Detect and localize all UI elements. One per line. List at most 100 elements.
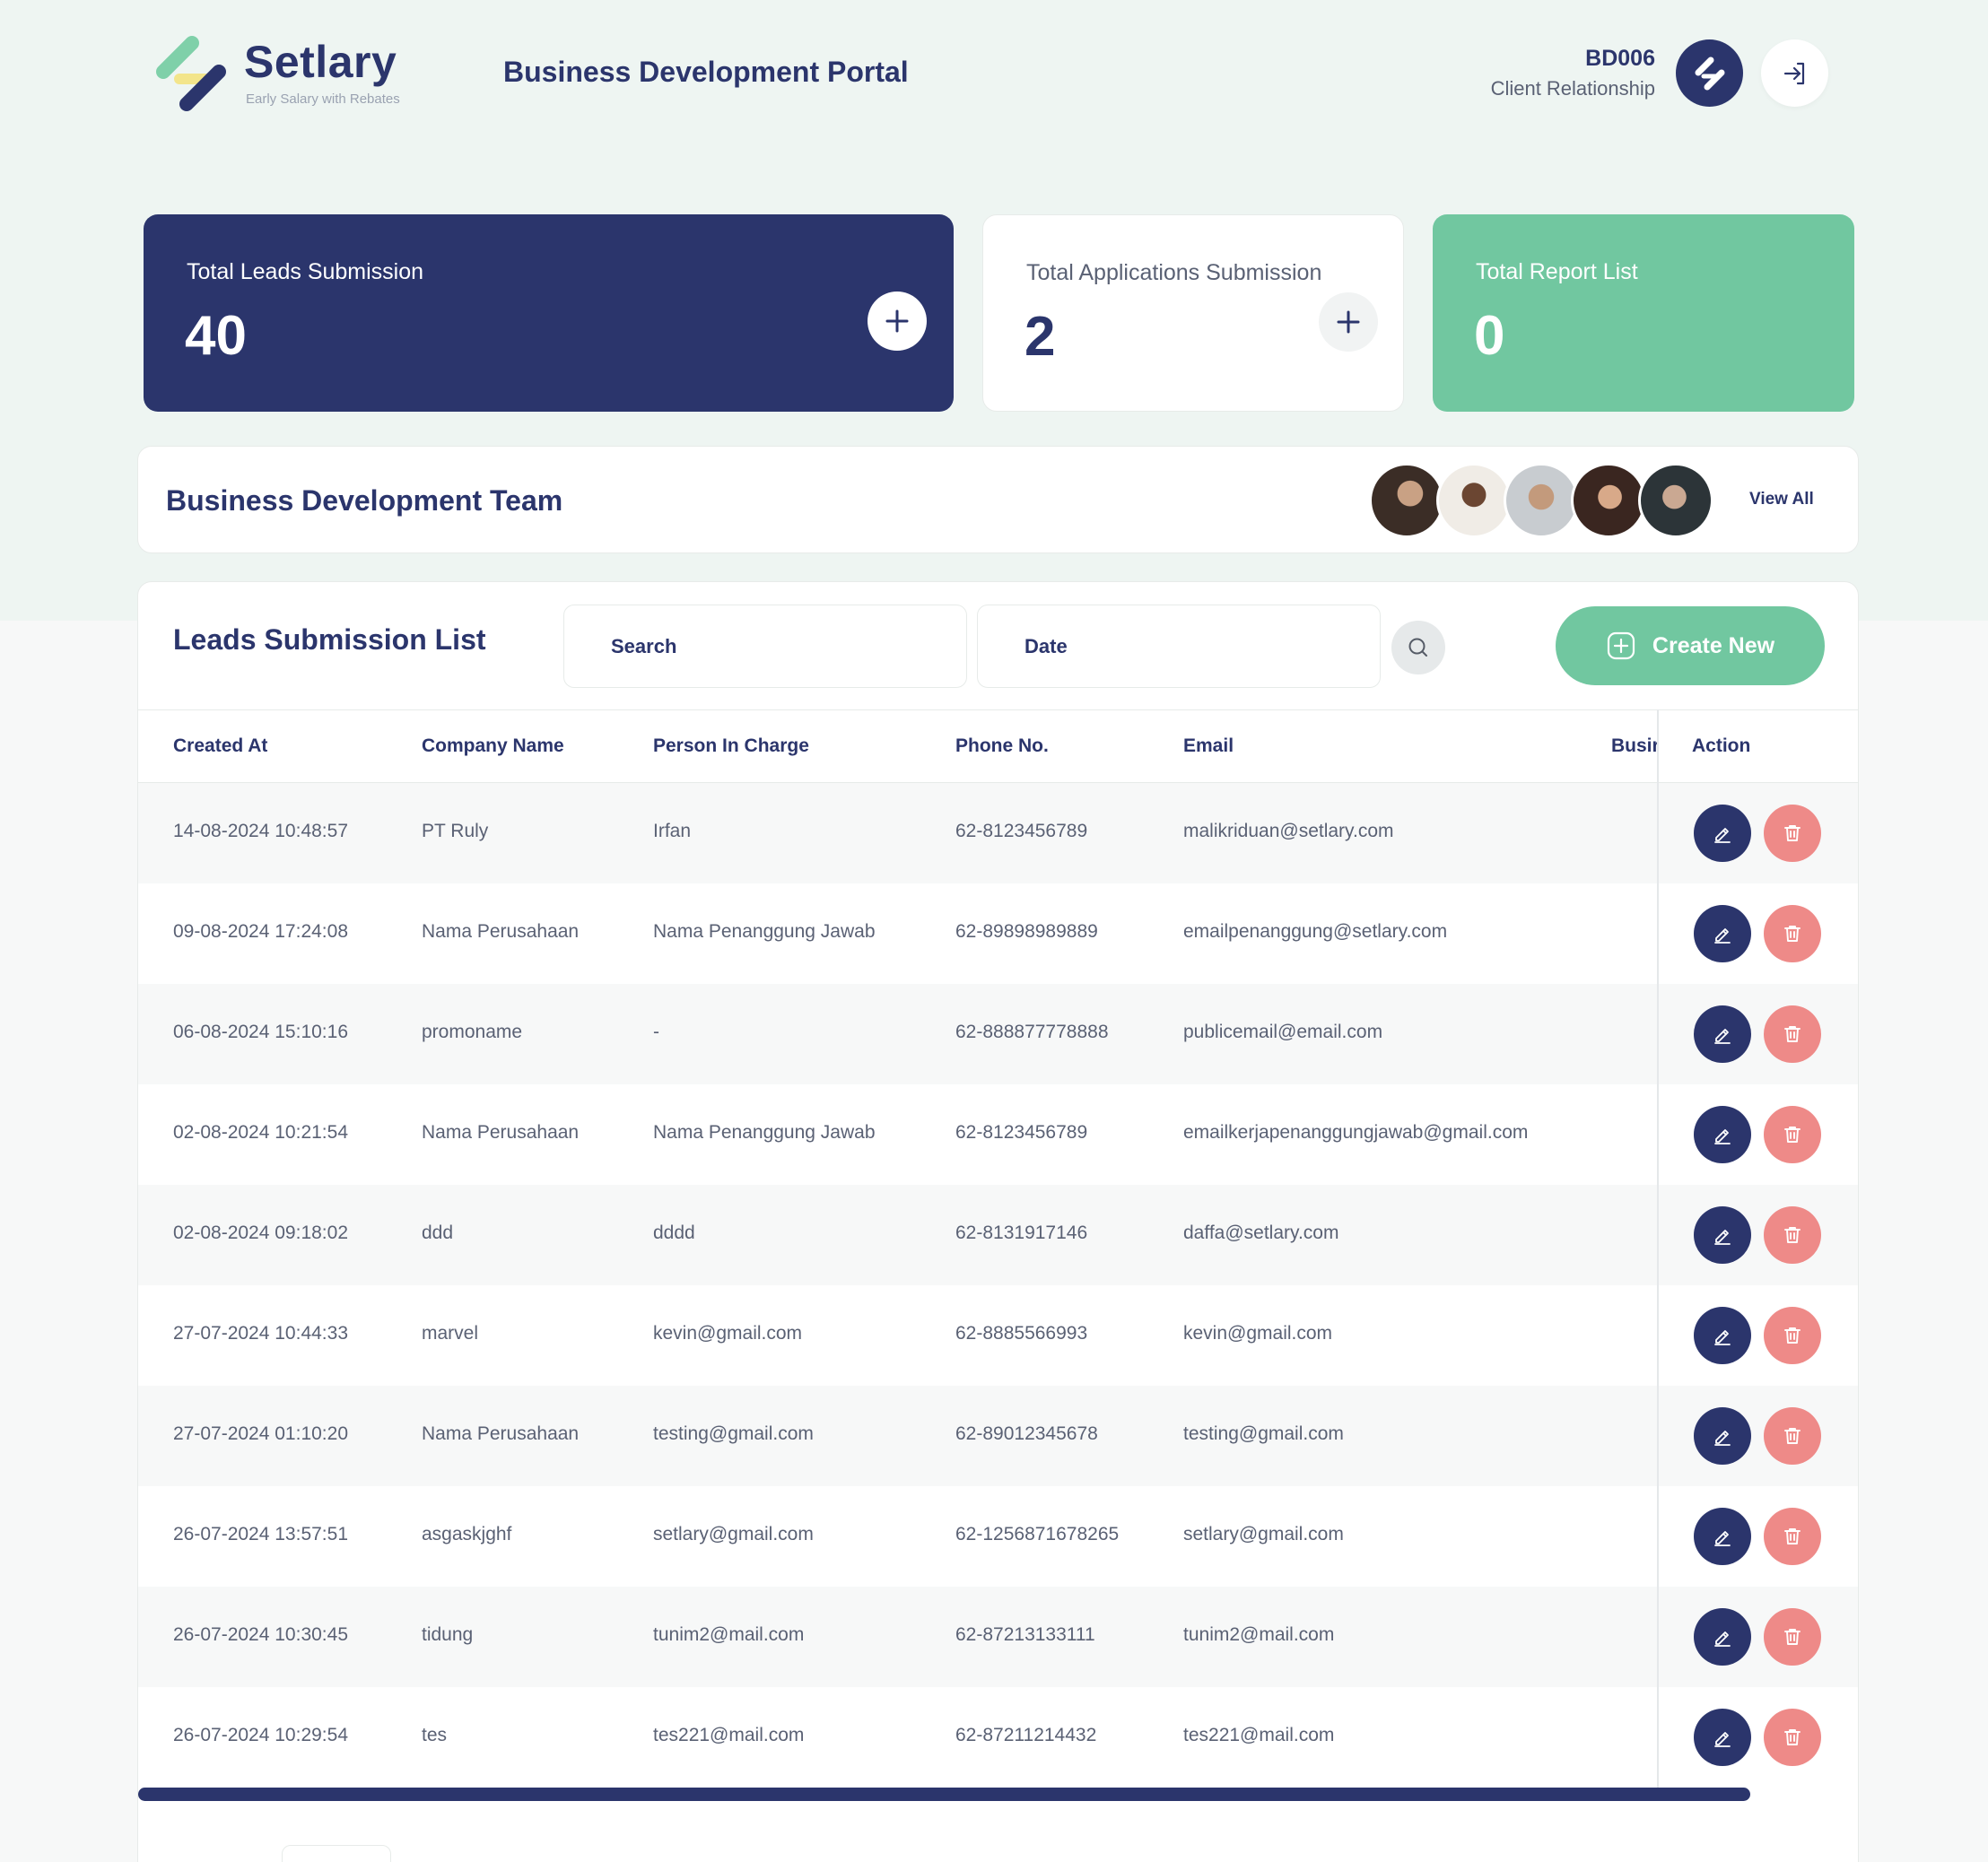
column-header-action: Action (1692, 735, 1751, 756)
column-header-company-name[interactable]: Company Name (422, 735, 564, 757)
cell-email: testing@gmail.com (1183, 1423, 1344, 1444)
edit-button[interactable] (1694, 805, 1751, 862)
column-header-email[interactable]: Email (1183, 735, 1234, 757)
cell-company-name: Nama Perusahaan (422, 1122, 580, 1143)
search-field[interactable] (563, 605, 967, 688)
cell-person-in-charge: kevin@gmail.com (653, 1323, 803, 1344)
team-member-avatar[interactable] (1436, 463, 1512, 538)
table-row[interactable]: 09-08-2024 17:24:08 Nama Perusahaan Nama P… (138, 883, 1858, 984)
edit-pencil-icon (1714, 1631, 1731, 1647)
table-row[interactable]: 26-07-2024 10:29:54 tes tes221@mail.com 62-… (138, 1687, 1858, 1788)
setlary-mark-icon (1695, 57, 1724, 90)
cell-created-at: 06-08-2024 15:10:16 (173, 1022, 348, 1042)
team-member-avatar[interactable] (1504, 463, 1579, 538)
trash-icon (1784, 1127, 1801, 1143)
cell-phone: 62-1256871678265 (955, 1524, 1120, 1544)
cell-company-name: tidung (422, 1624, 474, 1645)
date-input[interactable] (978, 605, 1380, 687)
add-application-button[interactable] (1319, 292, 1378, 352)
cell-company-name: marvel (422, 1323, 479, 1344)
trash-icon (1784, 1729, 1801, 1745)
delete-button[interactable] (1764, 805, 1821, 862)
cell-company-name: asgaskjghf (422, 1524, 512, 1544)
delete-button[interactable] (1764, 905, 1821, 962)
edit-pencil-icon (1714, 1230, 1731, 1245)
column-header-person-in-charge[interactable]: Person In Charge (653, 735, 809, 757)
cell-email: emailkerjapenanggungjawab@gmail.com (1183, 1122, 1529, 1143)
brand-logo[interactable]: Setlary Early Salary with Rebates (154, 32, 423, 122)
pagination-control[interactable] (282, 1845, 391, 1862)
edit-button[interactable] (1694, 1608, 1751, 1666)
trash-icon (1784, 1227, 1801, 1243)
cell-person-in-charge: - (653, 1022, 659, 1042)
delete-button[interactable] (1764, 1709, 1821, 1766)
delete-button[interactable] (1764, 1206, 1821, 1264)
cell-created-at: 27-07-2024 10:44:33 (173, 1323, 348, 1344)
logout-button[interactable] (1761, 39, 1828, 107)
team-member-avatar[interactable] (1638, 463, 1713, 538)
leads-panel-title: Leads Submission List (173, 623, 486, 656)
column-header-created-at[interactable]: Created At (173, 735, 267, 757)
edit-button[interactable] (1694, 1106, 1751, 1163)
cell-phone: 62-8131917146 (955, 1222, 1088, 1243)
cell-email: malikriduan@setlary.com (1183, 821, 1394, 841)
delete-button[interactable] (1764, 1307, 1821, 1364)
trash-icon (1784, 1528, 1801, 1544)
cell-created-at: 09-08-2024 17:24:08 (173, 921, 348, 942)
edit-button[interactable] (1694, 1709, 1751, 1766)
team-member-avatar[interactable] (1369, 463, 1444, 538)
edit-pencil-icon (1714, 1029, 1731, 1044)
cell-phone: 62-888877778888 (955, 1022, 1109, 1042)
search-input[interactable] (564, 605, 966, 687)
delete-button[interactable] (1764, 1407, 1821, 1465)
search-button[interactable] (1391, 621, 1445, 674)
edit-pencil-icon (1714, 928, 1731, 944)
leads-panel: Leads Submission List Create New Created… (137, 581, 1859, 1862)
cell-phone: 62-87213133111 (955, 1624, 1095, 1645)
add-lead-button[interactable] (868, 291, 927, 351)
cell-person-in-charge: dddd (653, 1222, 695, 1243)
action-column-divider (1657, 709, 1659, 1788)
column-header-business[interactable]: Busir (1611, 735, 1657, 757)
table-row[interactable]: 27-07-2024 10:44:33 marvel kevin@gmail.com… (138, 1285, 1858, 1386)
delete-button[interactable] (1764, 1106, 1821, 1163)
team-member-avatar[interactable] (1571, 463, 1646, 538)
applications-stat-label: Total Applications Submission (1026, 260, 1322, 285)
table-row[interactable]: 06-08-2024 15:10:16 promoname - 62-88887777… (138, 984, 1858, 1084)
delete-button[interactable] (1764, 1608, 1821, 1666)
cell-person-in-charge: Nama Penanggung Jawab (653, 1122, 876, 1143)
edit-button[interactable] (1694, 1206, 1751, 1264)
team-avatar-stack[interactable] (1369, 463, 1728, 540)
delete-button[interactable] (1764, 1508, 1821, 1565)
edit-button[interactable] (1694, 1508, 1751, 1565)
edit-button[interactable] (1694, 1407, 1751, 1465)
edit-button[interactable] (1694, 1005, 1751, 1063)
reports-stat-card: Total Report List 0 (1433, 214, 1854, 412)
table-row[interactable]: 02-08-2024 10:21:54 Nama Perusahaan Nama P… (138, 1084, 1858, 1185)
table-row[interactable]: 27-07-2024 01:10:20 Nama Perusahaan testin… (138, 1386, 1858, 1486)
table-row[interactable]: 14-08-2024 10:48:57 PT Ruly Irfan 62-812345… (138, 783, 1858, 883)
cell-person-in-charge: tes221@mail.com (653, 1725, 805, 1745)
edit-button[interactable] (1694, 1307, 1751, 1364)
portal-title: Business Development Portal (503, 56, 909, 88)
edit-button[interactable] (1694, 905, 1751, 962)
horizontal-scrollbar[interactable] (138, 1788, 1750, 1801)
table-row[interactable]: 02-08-2024 09:18:02 ddd dddd 62-8131917146 d… (138, 1185, 1858, 1285)
cell-phone: 62-89898989889 (955, 921, 1098, 942)
cell-created-at: 26-07-2024 10:29:54 (173, 1725, 348, 1745)
user-avatar[interactable] (1676, 39, 1743, 107)
edit-pencil-icon (1714, 1732, 1731, 1747)
brand-name: Setlary (244, 37, 397, 87)
edit-pencil-icon (1714, 1531, 1731, 1546)
view-all-link[interactable]: View All (1749, 490, 1814, 509)
date-field[interactable] (977, 605, 1381, 688)
table-row[interactable]: 26-07-2024 13:57:51 asgaskjghf setlary@gma… (138, 1486, 1858, 1587)
plus-icon (885, 309, 909, 333)
create-new-button[interactable]: Create New (1556, 606, 1825, 685)
cell-phone: 62-89012345678 (955, 1423, 1098, 1444)
column-header-phone[interactable]: Phone No. (955, 735, 1049, 757)
cell-created-at: 26-07-2024 10:30:45 (173, 1624, 348, 1645)
table-row[interactable]: 26-07-2024 10:30:45 tidung tunim2@mail.com… (138, 1587, 1858, 1687)
cell-email: setlary@gmail.com (1183, 1524, 1344, 1544)
delete-button[interactable] (1764, 1005, 1821, 1063)
